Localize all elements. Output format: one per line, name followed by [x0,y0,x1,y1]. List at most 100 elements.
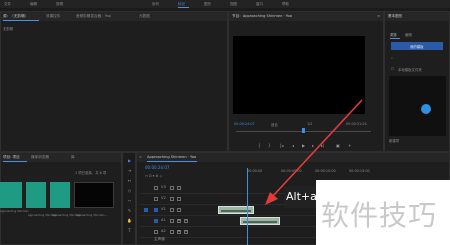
tab-source[interactable]: 源：（无剪辑） [3,14,28,19]
menu-window[interactable]: 窗口 [256,2,263,7]
tab-audio-mixer[interactable]: 音频剪辑混合器：Yoo [76,14,111,19]
mark-in-icon[interactable]: { [258,143,261,148]
timeline-tab-underline [147,161,197,162]
local-templates-checkbox[interactable]: ☐ [391,67,394,71]
template-thumbnail-icon [421,104,431,114]
timeline-snap-icon[interactable]: ⊓ ⊡ ▾ ⚙ ◇ [145,174,162,178]
razor-tool-icon[interactable]: ◇ [127,188,132,193]
track-a2-mute[interactable]: M [177,230,181,234]
mark-out-icon[interactable]: } [268,143,271,148]
type-tool-icon[interactable]: T [127,228,132,233]
tab-edit[interactable]: 编辑 [405,32,412,37]
track-v1-eye[interactable] [177,208,181,212]
slip-tool-icon[interactable]: ⇿ [127,198,132,203]
my-templates-button[interactable]: 我的模板 [391,42,443,50]
source-tab-row: 源：（无剪辑） 效果控件 音频剪辑混合器：Yoo 元数据 [1,12,227,21]
fit-dropdown[interactable]: 适合 [271,122,278,127]
no-clip-label: 无剪辑 [3,27,14,31]
track-v3-eye[interactable] [177,186,181,190]
local-templates-label: 本地模板文件夹 [398,68,422,72]
project-tab-row: 项目: 项目 媒体浏览器 库 [1,153,121,162]
graphics-title[interactable]: 基本图形 [388,14,402,19]
quality-dropdown[interactable]: 1/2 [307,122,312,126]
track-v2-label: V2 [161,196,166,200]
timeline-sequence-title[interactable]: Approaching Shinmen · Yoo [147,155,196,159]
track-v1-target[interactable] [154,208,158,212]
source-panel: 源：（无剪辑） 效果控件 音频剪辑混合器：Yoo 元数据 无剪辑 [0,11,228,152]
project-item-thumb-2[interactable] [26,182,46,208]
timeline-timecode[interactable]: 00:00:24:07 [145,165,169,170]
hand-tool-icon[interactable]: ✋ [127,218,132,223]
search-icon[interactable]: ⌕ [391,56,393,60]
track-a2-lock[interactable] [170,230,174,234]
step-forward-icon[interactable]: ▸ [312,143,314,148]
program-video-frame [233,36,365,114]
menu-sequence[interactable]: 序列 [152,2,159,7]
ruler-tick-3: 00:00:15:00 [349,169,370,173]
track-a1-solo[interactable]: S [184,219,188,223]
track-v3-lock[interactable] [170,186,174,190]
pen-tool-icon[interactable]: ✎ [127,208,132,213]
my-templates-label: 我的模板 [410,45,424,49]
track-v3-target[interactable] [154,186,158,190]
mix-label: 主声道 [154,237,165,241]
track-v1-label: V1 [161,207,166,211]
track-a2-label: A2 [161,229,166,233]
go-to-out-icon[interactable]: ▸| [321,143,324,148]
panel-menu-icon[interactable]: ≡ [377,14,380,18]
program-timecode-end: 00:00:31:24 [346,122,367,126]
tab-project[interactable]: 项目: 项目 [3,155,20,160]
menu-file[interactable]: 文件 [4,2,11,7]
tab-metadata[interactable]: 元数据 [139,14,150,19]
track-v2-target[interactable] [154,197,158,201]
selection-tool-icon[interactable]: ▶ [127,158,132,163]
go-to-in-icon[interactable]: |◂ [280,143,283,148]
play-icon[interactable]: ▶ [302,143,305,148]
track-a1-lock[interactable] [170,219,174,223]
track-select-tool-icon[interactable]: ⇥ [127,168,132,173]
clip-a1[interactable] [240,217,280,225]
tab-libraries[interactable]: 库 [71,155,75,160]
track-a2-solo[interactable]: S [184,230,188,234]
button-editor-icon[interactable]: + [348,143,351,148]
menu-help[interactable]: 帮助 [282,2,289,7]
track-v2-lock[interactable] [170,197,174,201]
browse-underline [390,38,400,39]
menu-edit[interactable]: 编辑 [30,2,37,7]
track-v2-eye[interactable] [177,197,181,201]
template-item-label: 新建项 [389,139,400,143]
project-tab-underline [3,161,27,162]
program-tab-row: 节目：Approaching Shinmen · Yoo ≡ [229,12,383,21]
timeline-close-icon[interactable]: × [139,155,142,159]
track-v1-lock[interactable] [170,208,174,212]
project-item-thumb-1[interactable] [0,182,22,208]
program-title[interactable]: 节目：Approaching Shinmen · Yoo [232,14,292,19]
ripple-edit-tool-icon[interactable]: ↔ [127,178,132,183]
tab-media-browser[interactable]: 媒体浏览器 [31,155,49,160]
project-item-thumb-4[interactable] [74,182,114,208]
shortcut-label: Alt+a [286,190,317,203]
ruler-tick-1: 00:00:05:00 [281,169,302,173]
clip-v1[interactable] [218,206,254,214]
program-playhead[interactable] [302,128,305,133]
export-frame-icon[interactable]: ▣ [336,143,340,148]
template-preview[interactable] [389,76,446,136]
track-a1-mute[interactable]: M [177,219,181,223]
menu-clip[interactable]: 剪辑 [56,2,63,7]
project-item-thumb-3[interactable] [50,182,70,208]
source-tab-underline [3,20,39,21]
menu-graphics[interactable]: 图形 [204,2,211,7]
tab-browse[interactable]: 浏览 [390,32,397,37]
track-v3-label: V3 [161,185,166,189]
ruler-tick-2: 00:00:10:00 [315,169,336,173]
track-a1-target[interactable] [154,219,158,223]
track-a2-target[interactable] [154,230,158,234]
menu-view[interactable]: 视图 [230,2,237,7]
tab-effect-controls[interactable]: 效果控件 [46,14,60,19]
step-back-icon[interactable]: ◂ [292,143,294,148]
program-timecode-current[interactable]: 00:00:24:07 [234,122,255,126]
timeline-tab-row: × Approaching Shinmen · Yoo [137,153,449,162]
track-v1-source-patch[interactable] [144,208,148,212]
menu-active-underline [178,7,189,8]
timeline-playhead[interactable] [247,168,248,245]
